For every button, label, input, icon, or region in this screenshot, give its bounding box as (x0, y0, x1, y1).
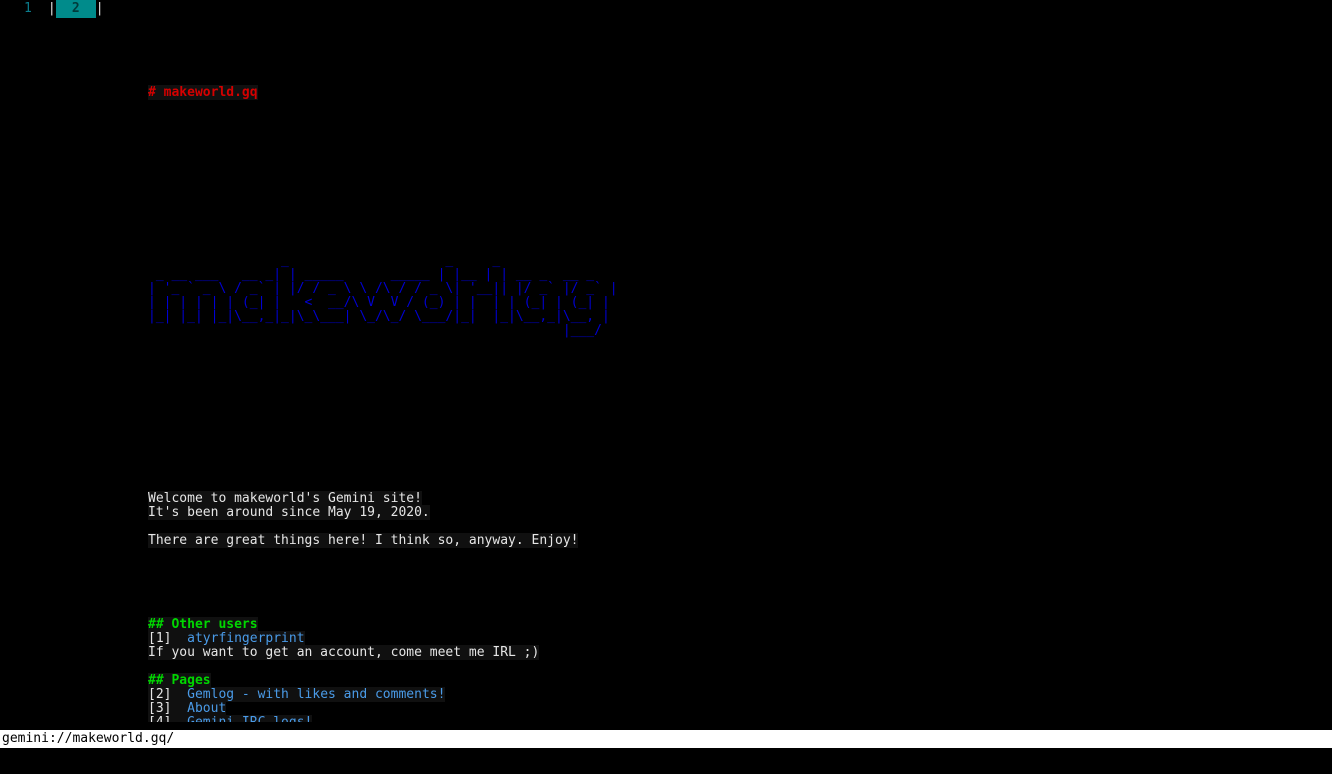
link-2[interactable]: Gemlog - with likes and comments! (187, 687, 446, 702)
intro-line: There are great things here! I think so,… (148, 533, 672, 548)
intro-text-line: Welcome to makeworld's Gemini site! (148, 491, 422, 506)
page-title: # makeworld.gq (148, 85, 258, 100)
link-number: [1] (148, 631, 188, 646)
link-line: [1] atyrfingerprint (148, 631, 672, 646)
intro-text-line: There are great things here! I think so,… (148, 533, 579, 548)
intro-line: It's been around since May 19, 2020. (148, 505, 672, 520)
link-line: [3] About (148, 701, 672, 716)
url-text: gemini://makeworld.gq/ (2, 731, 175, 746)
section-text: If you want to get an account, come meet… (148, 645, 540, 660)
tab-separator: | (95, 1, 104, 16)
url-bar[interactable]: gemini://makeworld.gq/ (0, 730, 1332, 748)
intro-line: Welcome to makeworld's Gemini site! (148, 491, 672, 506)
status-bar: gemini://makeworld.gq/ (0, 722, 1332, 748)
section-heading: ## Pages (148, 673, 211, 688)
tab-bar[interactable]: 1 | 2 | (0, 0, 1332, 18)
link-line: [2] Gemlog - with likes and comments! (148, 687, 672, 702)
section-heading-line: ## Other users (148, 617, 672, 632)
section-text-line: If you want to get an account, come meet… (148, 645, 672, 660)
link-1[interactable]: atyrfingerprint (187, 631, 305, 646)
intro-text-line: It's been around since May 19, 2020. (148, 505, 430, 520)
intro-text: Welcome to makeworld's Gemini site! It's … (148, 491, 672, 548)
link-number: [3] (148, 701, 188, 716)
ascii-art-banner: _ _ _ _ __ ___ __ _| | _____ _____ | |__… (148, 253, 618, 338)
page-title-line: # makeworld.gq (148, 85, 672, 100)
gemini-document: # makeworld.gq _ _ _ _ __ ___ __ _| | __… (148, 30, 672, 748)
section-heading-line: ## Pages (148, 673, 672, 688)
page-viewport[interactable]: # makeworld.gq _ _ _ _ __ ___ __ _| | __… (0, 18, 1332, 748)
tab-separator (0, 0, 8, 18)
tab-2-active[interactable]: 2 (55, 0, 96, 18)
tab-separator: | (47, 1, 56, 16)
section-heading: ## Other users (148, 617, 258, 632)
tab-1[interactable]: 1 (8, 0, 48, 18)
link-3[interactable]: About (187, 701, 227, 716)
link-number: [2] (148, 687, 188, 702)
